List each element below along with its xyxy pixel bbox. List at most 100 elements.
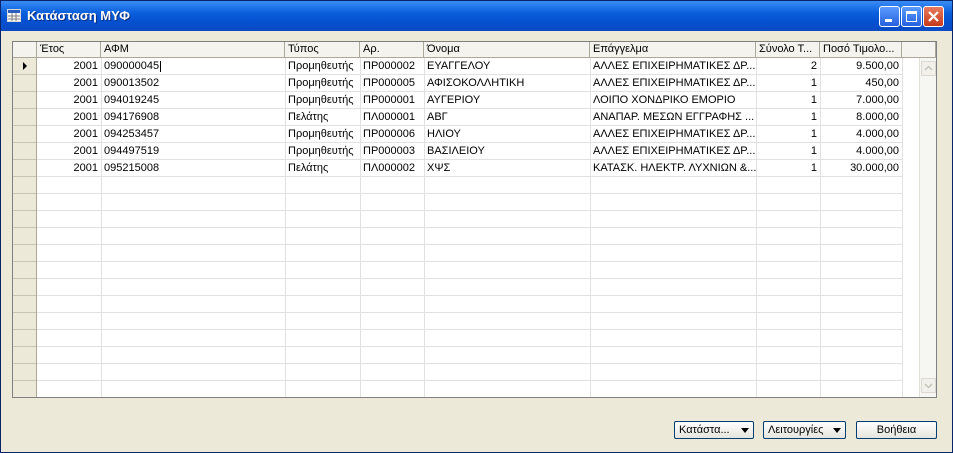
profession-cell[interactable]: ΑΝΑΠΑΡ. ΜΕΣΩΝ ΕΓΓΡΑΦΗΣ ... bbox=[590, 109, 756, 126]
total-cell[interactable]: 2 bbox=[756, 58, 820, 75]
row-selector[interactable] bbox=[13, 92, 36, 109]
row-selector[interactable] bbox=[13, 313, 36, 330]
row-selector[interactable] bbox=[13, 364, 36, 381]
profession-cell[interactable]: ΑΛΛΕΣ ΕΠΙΧΕΙΡΗΜΑΤΙΚΕΣ ΔΡ... bbox=[590, 75, 756, 92]
close-button[interactable] bbox=[923, 6, 944, 27]
invoice-amount-cell[interactable]: 8.000,00 bbox=[820, 109, 902, 126]
name-cell[interactable]: ΑΒΓ bbox=[424, 109, 590, 126]
tax-id-cell[interactable]: 094497519 bbox=[101, 143, 285, 160]
tax-id-cell[interactable]: 090000045 bbox=[101, 58, 285, 75]
number-cell[interactable]: ΠΡ000006 bbox=[360, 126, 424, 143]
tax-id-cell[interactable]: 094019245 bbox=[101, 92, 285, 109]
invoice-amount-cell[interactable]: 4.000,00 bbox=[820, 126, 902, 143]
row-selector[interactable] bbox=[13, 126, 36, 143]
year-cell[interactable]: 2001 bbox=[37, 58, 101, 75]
tax-id-cell[interactable]: 094253457 bbox=[101, 126, 285, 143]
year-cell[interactable]: 2001 bbox=[37, 92, 101, 109]
profession-cell[interactable]: ΑΛΛΕΣ ΕΠΙΧΕΙΡΗΜΑΤΙΚΕΣ ΔΡ... bbox=[590, 126, 756, 143]
row-selector[interactable] bbox=[13, 143, 36, 160]
number-cell[interactable]: ΠΡ000005 bbox=[360, 75, 424, 92]
row-selector[interactable] bbox=[13, 347, 36, 364]
total-cell[interactable]: 1 bbox=[756, 160, 820, 177]
maximize-button[interactable] bbox=[901, 6, 922, 27]
column-header-number[interactable]: Αρ. bbox=[360, 42, 424, 57]
row-selector[interactable] bbox=[13, 194, 36, 211]
total-cell[interactable]: 1 bbox=[756, 75, 820, 92]
minimize-button[interactable] bbox=[879, 6, 900, 27]
column-header-invoice-amount[interactable]: Ποσό Τιμολο... bbox=[820, 42, 902, 57]
tax-id-cell[interactable]: 094176908 bbox=[101, 109, 285, 126]
year-cell[interactable]: 2001 bbox=[37, 160, 101, 177]
invoice-amount-cell[interactable]: 4.000,00 bbox=[820, 143, 902, 160]
scroll-up-button[interactable] bbox=[921, 61, 936, 76]
name-cell[interactable]: ΧΨΣ bbox=[424, 160, 590, 177]
type-cell[interactable]: Πελάτης bbox=[285, 109, 360, 126]
row-selector[interactable] bbox=[13, 58, 36, 75]
row-selector[interactable] bbox=[13, 381, 36, 397]
tax-id-cell[interactable]: 090013502 bbox=[101, 75, 285, 92]
type-cell[interactable]: Πελάτης bbox=[285, 160, 360, 177]
profession-cell[interactable]: ΛΟΙΠΟ ΧΟΝΔΡΙΚΟ ΕΜΟΡΙΟ bbox=[590, 92, 756, 109]
name-cell[interactable]: ΗΛΙΟΥ bbox=[424, 126, 590, 143]
table-row[interactable]: 2001 090013502 Προμηθευτής ΠΡ000005 ΑΦΙΣΟΚΟΛ… bbox=[37, 75, 902, 92]
name-cell[interactable]: ΒΑΣΙΛΕΙΟΥ bbox=[424, 143, 590, 160]
number-cell[interactable]: ΠΡ000002 bbox=[360, 58, 424, 75]
total-cell[interactable]: 1 bbox=[756, 92, 820, 109]
row-selector[interactable] bbox=[13, 211, 36, 228]
help-button[interactable]: Βοήθεια bbox=[856, 421, 937, 439]
type-cell[interactable]: Προμηθευτής bbox=[285, 58, 360, 75]
table-row[interactable]: 2001 094019245 Προμηθευτής ΠΡ000001 ΑΥΓΕΡΙΟΥ… bbox=[37, 92, 902, 109]
profession-cell[interactable]: ΑΛΛΕΣ ΕΠΙΧΕΙΡΗΜΑΤΙΚΕΣ ΔΡ... bbox=[590, 143, 756, 160]
row-selector[interactable] bbox=[13, 228, 36, 245]
total-cell[interactable]: 1 bbox=[756, 143, 820, 160]
invoice-amount-cell[interactable]: 450,00 bbox=[820, 75, 902, 92]
title-bar[interactable]: Κατάσταση ΜΥΦ bbox=[1, 1, 952, 31]
name-cell[interactable]: ΑΦΙΣΟΚΟΛΛΗΤΙΚΗ bbox=[424, 75, 590, 92]
column-header-tax-id[interactable]: ΑΦΜ bbox=[101, 42, 285, 57]
total-cell[interactable]: 1 bbox=[756, 109, 820, 126]
profession-cell[interactable]: ΑΛΛΕΣ ΕΠΙΧΕΙΡΗΜΑΤΙΚΕΣ ΔΡ... bbox=[590, 58, 756, 75]
number-cell[interactable]: ΠΡ000003 bbox=[360, 143, 424, 160]
report-dropdown-button[interactable]: Κατάστα... bbox=[674, 421, 754, 439]
row-selector[interactable] bbox=[13, 109, 36, 126]
number-cell[interactable]: ΠΡ000001 bbox=[360, 92, 424, 109]
column-header-name[interactable]: Όνομα bbox=[424, 42, 590, 57]
name-cell[interactable]: ΑΥΓΕΡΙΟΥ bbox=[424, 92, 590, 109]
year-cell[interactable]: 2001 bbox=[37, 109, 101, 126]
column-header-type[interactable]: Τύπος bbox=[285, 42, 360, 57]
number-cell[interactable]: ΠΛ000002 bbox=[360, 160, 424, 177]
row-selector[interactable] bbox=[13, 177, 36, 194]
data-grid[interactable]: Έτος ΑΦΜ Τύπος Αρ. Όνομα Επάγγελμα Σύνολ… bbox=[12, 41, 937, 398]
column-header-total[interactable]: Σύνολο Τ... bbox=[756, 42, 820, 57]
year-cell[interactable]: 2001 bbox=[37, 143, 101, 160]
type-cell[interactable]: Προμηθευτής bbox=[285, 75, 360, 92]
year-cell[interactable]: 2001 bbox=[37, 126, 101, 143]
row-selector[interactable] bbox=[13, 245, 36, 262]
type-cell[interactable]: Προμηθευτής bbox=[285, 143, 360, 160]
type-cell[interactable]: Προμηθευτής bbox=[285, 126, 360, 143]
scroll-down-button[interactable] bbox=[921, 378, 936, 393]
table-row[interactable]: 2001 094497519 Προμηθευτής ΠΡ000003 ΒΑΣΙΛΕΙΟ… bbox=[37, 143, 902, 160]
row-selector[interactable] bbox=[13, 160, 36, 177]
invoice-amount-cell[interactable]: 9.500,00 bbox=[820, 58, 902, 75]
row-selector[interactable] bbox=[13, 75, 36, 92]
profession-cell[interactable]: ΚΑΤΑΣΚ. ΗΛΕΚΤΡ. ΛΥΧΝΙΩΝ &... bbox=[590, 160, 756, 177]
column-header-profession[interactable]: Επάγγελμα bbox=[590, 42, 756, 57]
table-row[interactable]: 2001 095215008 Πελάτης ΠΛ000002 ΧΨΣ ΚΑΤΑΣΚ. Η… bbox=[37, 160, 902, 177]
table-row[interactable]: 2001 094253457 Προμηθευτής ΠΡ000006 ΗΛΙΟΥ ΑΛΛ… bbox=[37, 126, 902, 143]
row-selector[interactable] bbox=[13, 330, 36, 347]
invoice-amount-cell[interactable]: 30.000,00 bbox=[820, 160, 902, 177]
type-cell[interactable]: Προμηθευτής bbox=[285, 92, 360, 109]
tax-id-cell[interactable]: 095215008 bbox=[101, 160, 285, 177]
functions-dropdown-button[interactable]: Λειτουργίες bbox=[763, 421, 846, 439]
table-row[interactable]: 2001 090000045 Προμηθευτής ΠΡ000002 ΕΥΑΓΓΕΛΟ… bbox=[37, 58, 902, 75]
year-cell[interactable]: 2001 bbox=[37, 75, 101, 92]
invoice-amount-cell[interactable]: 7.000,00 bbox=[820, 92, 902, 109]
total-cell[interactable]: 1 bbox=[756, 126, 820, 143]
row-selector[interactable] bbox=[13, 296, 36, 313]
name-cell[interactable]: ΕΥΑΓΓΕΛΟΥ bbox=[424, 58, 590, 75]
vertical-scrollbar[interactable] bbox=[919, 58, 936, 397]
row-selector[interactable] bbox=[13, 279, 36, 296]
column-header-year[interactable]: Έτος bbox=[37, 42, 101, 57]
number-cell[interactable]: ΠΛ000001 bbox=[360, 109, 424, 126]
